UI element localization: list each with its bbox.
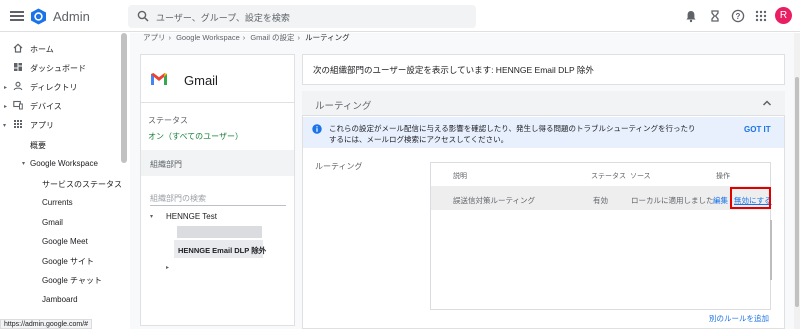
sidebar-scrollbar[interactable] (121, 33, 127, 163)
tree-root[interactable]: HENNGE Test (166, 212, 217, 221)
search-underline (150, 205, 286, 206)
col-status: ステータス (591, 173, 626, 180)
col-source: ソース (630, 173, 651, 180)
org-search-input[interactable]: 組織部門の検索 (150, 193, 206, 204)
sidebar-item-gmail[interactable]: Gmail (42, 218, 63, 227)
sidebar-item-dashboard[interactable]: ダッシュボード (30, 63, 86, 74)
home-icon (13, 43, 23, 53)
page-scrollbar[interactable] (794, 33, 800, 329)
status-url: https://admin.google.com/# (0, 319, 93, 329)
apps-icon (13, 119, 23, 129)
avatar[interactable]: R (775, 7, 792, 24)
sidebar-item-devices[interactable]: デバイス (30, 101, 62, 112)
panel-title: ルーティング (315, 101, 372, 112)
breadcrumb: アプリ › Google Workspace › Gmail の設定 › ルーティング (143, 32, 353, 43)
sidebar-item-directory[interactable]: ディレクトリ (30, 82, 77, 93)
org-card (140, 54, 295, 326)
col-description: 説明 (453, 173, 467, 180)
sidebar-item-service-status[interactable]: サービスのステータス (42, 179, 122, 190)
routing-section-label: ルーティング (315, 162, 363, 171)
breadcrumb-workspace[interactable]: Google Workspace (176, 33, 240, 42)
caret-down-icon[interactable]: ▾ (22, 160, 25, 167)
sidebar-item-overview[interactable]: 概要 (30, 140, 46, 151)
gmail-title: Gmail (184, 73, 218, 88)
breadcrumb-gmail-settings[interactable]: Gmail の設定 (250, 33, 294, 42)
row-source: ローカルに適用しました (631, 196, 714, 205)
hourglass-icon[interactable] (708, 9, 722, 23)
status-value: オン（すべてのユーザー） (148, 132, 243, 141)
caret-right-icon[interactable]: ▸ (166, 264, 169, 271)
info-text: これらの設定がメール配信に与える影響を確認したり、発生し得る問題のトラブルシュー… (329, 124, 696, 144)
caret-down-icon[interactable]: ▾ (150, 213, 153, 220)
admin-logo-icon[interactable] (30, 8, 47, 25)
chevron-right-icon: › (168, 33, 172, 42)
devices-icon (13, 100, 23, 110)
sidebar-item-currents[interactable]: Currents (42, 198, 73, 207)
menu-icon[interactable] (10, 9, 24, 23)
breadcrumb-routing: ルーティング (305, 33, 350, 42)
caret-right-icon[interactable]: ▸ (4, 103, 7, 110)
chevron-up-icon[interactable] (762, 99, 772, 109)
gmail-logo-icon (150, 72, 168, 88)
apps-grid-icon[interactable] (754, 9, 768, 23)
org-info-text: 次の組織部門のユーザー設定を表示しています: HENNGE Email DLP … (313, 65, 594, 75)
col-actions: 操作 (716, 173, 730, 180)
caret-down-icon[interactable]: ▾ (3, 122, 6, 129)
caret-right-icon[interactable]: ▸ (4, 84, 7, 91)
help-icon[interactable]: ? (731, 9, 745, 23)
sidebar-item-chat[interactable]: Google チャット (42, 275, 102, 286)
highlight-box (730, 187, 771, 209)
add-rule-link[interactable]: 別のルールを追加 (709, 313, 769, 324)
tree-item-selected[interactable]: HENNGE Email DLP 除外 (174, 240, 266, 258)
breadcrumb-apps[interactable]: アプリ (143, 33, 166, 42)
divider (141, 102, 294, 103)
got-it-button[interactable]: GOT IT (744, 125, 771, 134)
dashboard-icon (13, 62, 23, 72)
sidebar-item-jamboard[interactable]: Jamboard (42, 295, 78, 304)
routing-table (430, 162, 771, 310)
status-label: ステータス (148, 116, 188, 125)
sidebar-item-workspace[interactable]: Google Workspace (30, 159, 98, 168)
edit-link[interactable]: 編集 (713, 195, 728, 206)
search-placeholder: ユーザー、グループ、設定を検索 (156, 13, 290, 23)
row-description: 誤送信対策ルーティング (453, 196, 536, 205)
org-label: 組織部門 (150, 160, 182, 169)
sidebar-item-apps[interactable]: アプリ (30, 120, 54, 131)
search-bar[interactable]: ユーザー、グループ、設定を検索 (128, 5, 476, 28)
sidebar-item-meet[interactable]: Google Meet (42, 237, 88, 246)
table-scrollbar[interactable] (770, 220, 772, 280)
app-title[interactable]: Admin (53, 9, 90, 24)
chevron-right-icon: › (297, 33, 301, 42)
row-status: 有効 (593, 196, 608, 205)
panel-header[interactable] (302, 91, 785, 116)
search-icon (137, 10, 149, 24)
info-icon (312, 124, 322, 136)
bell-icon[interactable] (684, 9, 698, 23)
tree-item-redacted[interactable] (177, 226, 262, 238)
sidebar-item-home[interactable]: ホーム (30, 44, 54, 55)
svg-text:?: ? (736, 12, 741, 21)
sidebar-item-sites[interactable]: Google サイト (42, 256, 94, 267)
person-icon (13, 81, 23, 91)
chevron-right-icon: › (242, 33, 246, 42)
